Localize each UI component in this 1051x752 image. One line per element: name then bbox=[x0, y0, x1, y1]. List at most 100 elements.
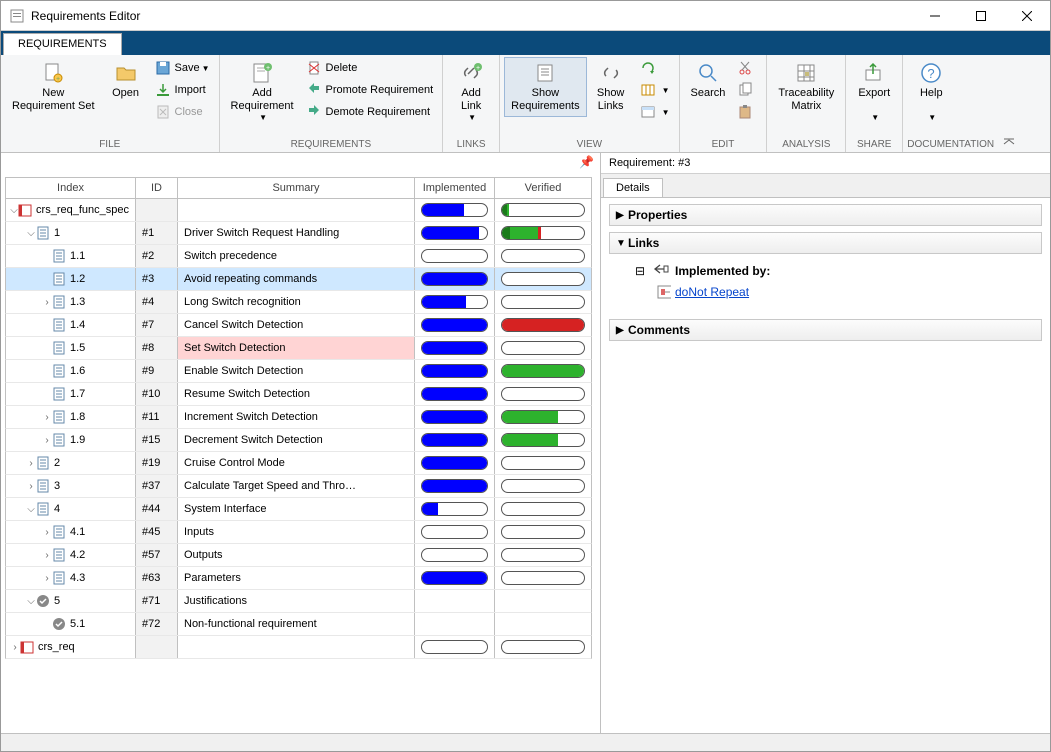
import-button[interactable]: Import bbox=[150, 79, 215, 101]
table-row[interactable]: ›3#37Calculate Target Speed and Thro… bbox=[5, 475, 592, 498]
add-requirement-button[interactable]: + Add Requirement▼ bbox=[224, 57, 301, 127]
row-id: #4 bbox=[136, 291, 178, 313]
table-row[interactable]: ›crs_req bbox=[5, 636, 592, 659]
new-reqset-button[interactable]: + New Requirement Set bbox=[5, 57, 102, 117]
promote-button[interactable]: Promote Requirement bbox=[301, 79, 439, 101]
col-verified[interactable]: Verified bbox=[495, 178, 591, 198]
show-links-icon bbox=[599, 61, 623, 85]
row-index: 4.3 bbox=[70, 572, 85, 584]
row-verified bbox=[495, 291, 591, 313]
table-row[interactable]: ⌵crs_req_func_spec bbox=[5, 199, 592, 222]
row-summary: Long Switch recognition bbox=[178, 291, 415, 313]
expand-toggle[interactable]: › bbox=[42, 297, 52, 308]
close-file-button[interactable]: Close bbox=[150, 101, 215, 123]
req-icon bbox=[52, 295, 66, 309]
table-row[interactable]: ›4.1#45Inputs bbox=[5, 521, 592, 544]
copy-button[interactable] bbox=[732, 79, 762, 101]
row-implemented bbox=[415, 452, 495, 474]
collapse-toggle[interactable]: ⌵ bbox=[26, 228, 36, 239]
row-implemented bbox=[415, 268, 495, 290]
table-row[interactable]: 1.7#10Resume Switch Detection bbox=[5, 383, 592, 406]
row-implemented bbox=[415, 291, 495, 313]
expand-toggle[interactable]: › bbox=[26, 481, 36, 492]
row-implemented bbox=[415, 429, 495, 451]
expand-toggle[interactable]: › bbox=[42, 412, 52, 423]
maximize-button[interactable] bbox=[958, 1, 1004, 31]
table-row[interactable]: ⌵5#71Justifications bbox=[5, 590, 592, 613]
view-options-button[interactable]: ▼ bbox=[635, 101, 675, 123]
row-verified bbox=[495, 544, 591, 566]
pin-icon[interactable]: 📌 bbox=[579, 155, 594, 169]
cut-button[interactable] bbox=[732, 57, 762, 79]
traceability-button[interactable]: Traceability Matrix bbox=[771, 57, 841, 117]
search-button[interactable]: Search bbox=[684, 57, 733, 104]
col-index[interactable]: Index bbox=[6, 178, 136, 198]
table-row[interactable]: 1.2#3Avoid repeating commands bbox=[5, 268, 592, 291]
show-links-button[interactable]: Show Links bbox=[587, 57, 635, 117]
row-id: #72 bbox=[136, 613, 178, 635]
table-row[interactable]: ›1.8#11Increment Switch Detection bbox=[5, 406, 592, 429]
implemented-by-heading: Implemented by: bbox=[675, 264, 770, 278]
collapse-toggle[interactable]: ⌵ bbox=[26, 504, 36, 515]
col-implemented[interactable]: Implemented bbox=[415, 178, 495, 198]
table-row[interactable]: ⌵4#44System Interface bbox=[5, 498, 592, 521]
chevron-down-icon: ▼ bbox=[616, 238, 628, 249]
row-index: 4.1 bbox=[70, 526, 85, 538]
table-row[interactable]: ⌵1#1Driver Switch Request Handling bbox=[5, 222, 592, 245]
req-icon bbox=[52, 318, 66, 332]
delete-button[interactable]: Delete bbox=[301, 57, 439, 79]
table-row[interactable]: 1.4#7Cancel Switch Detection bbox=[5, 314, 592, 337]
export-button[interactable]: Export▼ bbox=[850, 57, 898, 127]
row-index: 1.1 bbox=[70, 250, 85, 262]
collapse-link-group[interactable]: ⊟ bbox=[633, 264, 647, 278]
expand-toggle[interactable]: › bbox=[42, 527, 52, 538]
expand-toggle[interactable]: › bbox=[42, 435, 52, 446]
table-row[interactable]: ›1.3#4Long Switch recognition bbox=[5, 291, 592, 314]
row-index: 1 bbox=[54, 227, 60, 239]
show-requirements-button[interactable]: Show Requirements bbox=[504, 57, 586, 117]
link-donot-repeat[interactable]: doNot Repeat bbox=[675, 285, 749, 299]
col-id[interactable]: ID bbox=[136, 178, 178, 198]
pin-bar: 📌 bbox=[1, 153, 600, 171]
expand-toggle[interactable]: › bbox=[10, 642, 20, 653]
table-row[interactable]: 1.1#2Switch precedence bbox=[5, 245, 592, 268]
table-row[interactable]: 5.1#72Non-functional requirement bbox=[5, 613, 592, 636]
row-summary: Cruise Control Mode bbox=[178, 452, 415, 474]
expand-toggle[interactable]: › bbox=[26, 458, 36, 469]
ribbon: + New Requirement Set Open Save▼ Import … bbox=[1, 55, 1050, 153]
save-button[interactable]: Save▼ bbox=[150, 57, 215, 79]
row-implemented bbox=[415, 544, 495, 566]
collapse-toggle[interactable]: ⌵ bbox=[26, 596, 36, 607]
details-tab[interactable]: Details bbox=[603, 178, 663, 197]
table-row[interactable]: 1.6#9Enable Switch Detection bbox=[5, 360, 592, 383]
row-verified bbox=[495, 521, 591, 543]
section-links[interactable]: ▼Links bbox=[609, 232, 1042, 254]
table-row[interactable]: ›2#19Cruise Control Mode bbox=[5, 452, 592, 475]
table-row[interactable]: ›4.3#63Parameters bbox=[5, 567, 592, 590]
col-summary[interactable]: Summary bbox=[178, 178, 415, 198]
columns-button[interactable]: ▼ bbox=[635, 79, 675, 101]
refresh-button[interactable] bbox=[635, 57, 675, 79]
expand-toggle[interactable]: › bbox=[42, 550, 52, 561]
row-index: 1.9 bbox=[70, 434, 85, 446]
help-button[interactable]: ? Help▼ bbox=[907, 57, 955, 127]
minimize-button[interactable] bbox=[912, 1, 958, 31]
collapse-toggle[interactable]: ⌵ bbox=[10, 205, 18, 216]
req-icon bbox=[52, 364, 66, 378]
section-comments[interactable]: ▶Comments bbox=[609, 319, 1042, 341]
ribbon-tab-requirements[interactable]: REQUIREMENTS bbox=[3, 33, 122, 55]
delete-icon bbox=[306, 60, 322, 76]
close-button[interactable] bbox=[1004, 1, 1050, 31]
row-id: #45 bbox=[136, 521, 178, 543]
minimize-ribbon-button[interactable] bbox=[1002, 136, 1016, 150]
paste-button[interactable] bbox=[732, 101, 762, 123]
open-button[interactable]: Open bbox=[102, 57, 150, 104]
expand-toggle[interactable]: › bbox=[42, 573, 52, 584]
section-properties[interactable]: ▶Properties bbox=[609, 204, 1042, 226]
table-row[interactable]: ›4.2#57Outputs bbox=[5, 544, 592, 567]
table-row[interactable]: 1.5#8Set Switch Detection bbox=[5, 337, 592, 360]
add-link-button[interactable]: + Add Link▼ bbox=[447, 57, 495, 127]
demote-button[interactable]: Demote Requirement bbox=[301, 101, 439, 123]
view-opts-icon bbox=[640, 104, 656, 120]
table-row[interactable]: ›1.9#15Decrement Switch Detection bbox=[5, 429, 592, 452]
